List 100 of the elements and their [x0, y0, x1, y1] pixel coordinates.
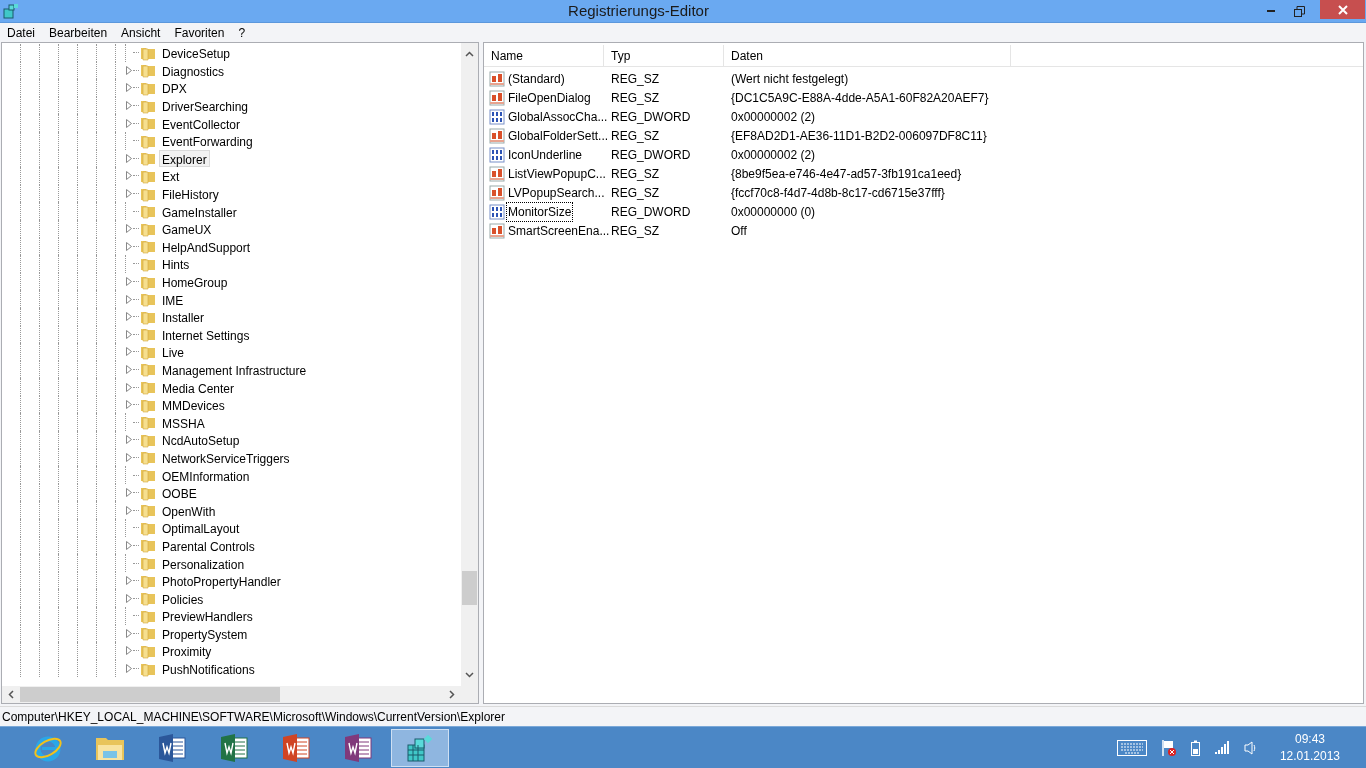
expand-arrow-icon[interactable] — [126, 294, 132, 304]
expand-arrow-icon[interactable] — [126, 347, 132, 357]
tree-item[interactable]: NcdAutoSetup — [159, 431, 243, 449]
tree-item[interactable]: DPX — [159, 79, 190, 97]
tree-item[interactable]: EventCollector — [159, 114, 244, 132]
value-name[interactable]: LVPopupSearch... — [507, 183, 606, 202]
expand-arrow-icon[interactable] — [126, 277, 132, 286]
tree-item[interactable]: Ext — [159, 167, 183, 185]
battery-icon[interactable] — [1190, 739, 1200, 756]
signal-icon[interactable] — [1213, 740, 1230, 755]
expand-arrow-icon[interactable] — [126, 329, 132, 339]
tree-item[interactable]: GameInstaller — [159, 202, 240, 220]
expand-arrow-icon[interactable] — [126, 83, 132, 93]
expand-arrow-icon[interactable] — [126, 646, 132, 656]
value-name[interactable]: GlobalFolderSett... — [507, 126, 610, 145]
tree-item[interactable]: OEMInformation — [159, 466, 253, 484]
value-name[interactable]: MonitorSize — [507, 202, 573, 221]
horizontal-scrollbar[interactable] — [2, 686, 478, 703]
window-title: Registrierungs-Editor — [568, 0, 709, 21]
tree-item[interactable]: IME — [159, 290, 187, 308]
expand-arrow-icon[interactable] — [126, 171, 132, 181]
expand-arrow-icon[interactable] — [126, 452, 132, 462]
menu-item[interactable]: Bearbeiten — [49, 23, 108, 42]
scrollbar-thumb[interactable] — [20, 687, 280, 702]
expand-arrow-icon[interactable] — [126, 540, 132, 550]
scroll-right-icon[interactable] — [449, 690, 455, 699]
folder-icon — [140, 326, 156, 343]
tree-item[interactable]: PushNotifications — [159, 660, 258, 678]
tree-item[interactable]: Explorer — [159, 149, 210, 167]
expand-arrow-icon[interactable] — [126, 65, 132, 75]
menu-item[interactable]: Ansicht — [121, 23, 161, 42]
expand-arrow-icon[interactable] — [126, 576, 132, 586]
tree-item[interactable]: FileHistory — [159, 185, 222, 203]
tree-item[interactable]: NetworkServiceTriggers — [159, 448, 293, 466]
menu-item[interactable]: ? — [238, 23, 246, 42]
vertical-scrollbar[interactable] — [461, 43, 478, 686]
expand-arrow-icon[interactable] — [126, 312, 132, 322]
column-header[interactable]: Typ — [604, 45, 724, 66]
expand-arrow-icon[interactable] — [126, 435, 132, 445]
tree-item[interactable]: Management Infrastructure — [159, 361, 310, 378]
tree-item[interactable]: EventForwarding — [159, 132, 256, 150]
tree-item[interactable]: PropertySystem — [159, 624, 251, 642]
expand-arrow-icon[interactable] — [126, 488, 132, 498]
scrollbar-thumb[interactable] — [462, 571, 477, 605]
expand-arrow-icon[interactable] — [126, 189, 132, 199]
tree-item[interactable]: OpenWith — [159, 501, 219, 519]
scroll-down-icon[interactable] — [465, 672, 474, 678]
tree-item[interactable]: Proximity — [159, 642, 215, 660]
tree-item[interactable]: Media Center — [159, 378, 238, 396]
document-app-icon — [157, 732, 187, 763]
tree-item[interactable]: OOBE — [159, 484, 200, 502]
taskbar-button[interactable] — [391, 728, 449, 767]
tree-item[interactable]: DeviceSetup — [159, 44, 234, 62]
expand-arrow-icon[interactable] — [126, 101, 132, 111]
tree-item[interactable]: PreviewHandlers — [159, 607, 256, 625]
expand-arrow-icon[interactable] — [126, 365, 132, 374]
tree-item[interactable]: Live — [159, 343, 187, 361]
tree-item[interactable]: Hints — [159, 255, 193, 273]
expand-arrow-icon[interactable] — [126, 593, 132, 603]
tree-item[interactable]: GameUX — [159, 220, 215, 238]
value-name[interactable]: (Standard) — [507, 69, 566, 88]
tree-item[interactable]: MMDevices — [159, 396, 228, 414]
expand-arrow-icon[interactable] — [126, 505, 132, 515]
value-name[interactable]: FileOpenDialog — [507, 88, 592, 107]
tree-item[interactable]: Diagnostics — [159, 61, 228, 79]
menu-item[interactable]: Favoriten — [174, 23, 225, 42]
expand-arrow-icon[interactable] — [126, 382, 132, 392]
tree-item[interactable]: MSSHA — [159, 413, 208, 431]
tree-item[interactable]: Installer — [159, 308, 208, 326]
column-header[interactable]: Name — [484, 45, 604, 66]
value-name[interactable]: SmartScreenEna... — [507, 221, 611, 240]
clock[interactable]: 09:43 12.01.2013 — [1279, 730, 1340, 765]
clock-date: 12.01.2013 — [1279, 747, 1340, 765]
scroll-up-icon[interactable] — [465, 51, 474, 57]
close-button[interactable] — [1320, 0, 1365, 19]
value-name[interactable]: ListViewPopupC... — [507, 164, 607, 183]
expand-arrow-icon[interactable] — [126, 118, 132, 128]
tree-item[interactable]: PhotoPropertyHandler — [159, 572, 284, 590]
flag-error-icon[interactable] — [1160, 738, 1177, 757]
tree-item[interactable]: HomeGroup — [159, 273, 231, 290]
tree-item[interactable]: Internet Settings — [159, 325, 253, 343]
value-name[interactable]: IconUnderline — [507, 145, 584, 164]
expand-arrow-icon[interactable] — [126, 400, 132, 410]
column-header[interactable]: Daten — [724, 45, 1011, 66]
tree-item[interactable]: HelpAndSupport — [159, 237, 254, 255]
keyboard-icon[interactable] — [1116, 739, 1147, 756]
tree-item[interactable]: Personalization — [159, 554, 248, 572]
menu-item[interactable]: Datei — [7, 23, 35, 42]
value-name[interactable]: GlobalAssocCha... — [507, 107, 609, 126]
scroll-left-icon[interactable] — [8, 690, 14, 699]
speaker-icon[interactable] — [1243, 740, 1256, 755]
expand-arrow-icon[interactable] — [126, 153, 132, 163]
tree-item[interactable]: DriverSearching — [159, 97, 252, 115]
expand-arrow-icon[interactable] — [126, 224, 132, 234]
expand-arrow-icon[interactable] — [126, 664, 132, 674]
expand-arrow-icon[interactable] — [126, 628, 132, 638]
expand-arrow-icon[interactable] — [126, 241, 132, 251]
tree-item[interactable]: Parental Controls — [159, 536, 258, 554]
tree-item[interactable]: OptimalLayout — [159, 519, 243, 537]
tree-item[interactable]: Policies — [159, 589, 207, 607]
